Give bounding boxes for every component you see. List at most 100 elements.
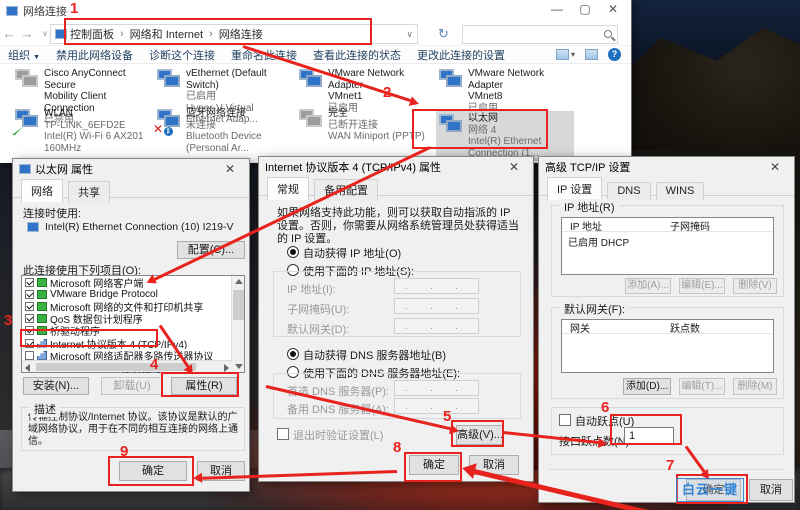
list-item[interactable]: QoS 数据包计划程序 bbox=[22, 313, 244, 325]
adapter-pc-icon bbox=[156, 68, 182, 92]
step-5-number: 5 bbox=[443, 408, 451, 425]
description-label: 描述 bbox=[30, 401, 60, 417]
tab-wins[interactable]: WINS bbox=[656, 182, 705, 200]
step-1-number: 1 bbox=[70, 0, 78, 17]
radio-auto-dns[interactable]: 自动获得 DNS 服务器地址(B) bbox=[287, 347, 446, 363]
maximize-button[interactable]: ▢ bbox=[571, 0, 599, 20]
scrollbar-thumb[interactable] bbox=[36, 363, 196, 371]
connect-using-label: 连接时使用: bbox=[23, 205, 81, 221]
ip-address-label: IP 地址(I): bbox=[287, 281, 336, 297]
checkbox-icon[interactable] bbox=[25, 290, 34, 299]
list-item[interactable]: Microsoft 网络客户端 bbox=[22, 276, 244, 288]
alternate-dns-field: . . . bbox=[394, 398, 479, 414]
adapter-wifi-icon bbox=[14, 108, 40, 132]
search-input[interactable] bbox=[462, 25, 618, 44]
add-ip-button: 添加(A)... bbox=[625, 278, 671, 294]
view-status-button[interactable]: 查看此连接的状态 bbox=[313, 47, 401, 63]
tab-ip-settings[interactable]: IP 设置 bbox=[547, 177, 602, 200]
add-gateway-button[interactable]: 添加(D)... bbox=[623, 378, 671, 395]
view-mode-button[interactable]: ▾ bbox=[556, 49, 575, 60]
tab-sharing[interactable]: 共享 bbox=[68, 181, 110, 203]
refresh-icon[interactable]: ↻ bbox=[438, 26, 449, 42]
forward-icon[interactable]: → bbox=[18, 26, 36, 41]
step-8-number: 8 bbox=[393, 439, 401, 456]
checkbox-icon[interactable] bbox=[25, 302, 34, 311]
change-settings-button[interactable]: 更改此连接的设置 bbox=[417, 47, 505, 63]
protocol-icon bbox=[37, 351, 47, 360]
dialog-titlebar[interactable]: 高级 TCP/IP 设置 ✕ bbox=[539, 157, 794, 177]
install-button[interactable]: 安装(N)... bbox=[23, 377, 89, 395]
delete-ip-button: 删除(V) bbox=[733, 278, 777, 294]
highlight-box-breadcrumb bbox=[64, 18, 372, 45]
gateways-list[interactable]: 网关 跃点数 bbox=[561, 319, 774, 373]
step-9-number: 9 bbox=[120, 443, 128, 460]
scroll-down-icon[interactable] bbox=[235, 364, 243, 369]
adapter-name: Intel(R) Ethernet Connection (10) I219-V bbox=[45, 221, 234, 233]
list-item[interactable]: Microsoft 网络的文件和打印机共享 bbox=[22, 300, 244, 312]
preview-pane-icon[interactable] bbox=[585, 49, 598, 60]
adapter-vmnet8[interactable]: VMware Network AdapterVMnet8已启用 bbox=[438, 68, 576, 114]
scroll-up-icon[interactable] bbox=[235, 279, 243, 284]
default-gateway-label: 默认网关(D): bbox=[287, 321, 349, 337]
ip-addresses-list[interactable]: IP 地址 子网掩码 已启用 DHCP bbox=[561, 217, 774, 275]
dialog-titlebar[interactable]: Internet 协议版本 4 (TCP/IPv4) 属性 ✕ bbox=[259, 157, 533, 177]
ip-addresses-label: IP 地址(R) bbox=[560, 199, 619, 215]
col-subnet-mask: 子网掩码 bbox=[662, 218, 762, 231]
step-2-number: 2 bbox=[383, 84, 391, 101]
adapter-bluetooth[interactable]: ✕ᛒ 蓝牙网络连接未连接Bluetooth Device (Personal A… bbox=[156, 108, 294, 154]
radio-auto-ip[interactable]: 自动获得 IP 地址(O) bbox=[287, 245, 401, 261]
col-gateway: 网关 bbox=[562, 320, 662, 333]
checkbox-icon[interactable] bbox=[25, 351, 34, 360]
edit-ip-button: 编辑(E)... bbox=[679, 278, 725, 294]
list-item[interactable]: VMware Bridge Protocol bbox=[22, 288, 244, 300]
vertical-scrollbar[interactable] bbox=[231, 276, 244, 372]
disable-device-button[interactable]: 禁用此网络设备 bbox=[56, 47, 133, 63]
organize-button[interactable]: 组织 ▼ bbox=[8, 47, 40, 63]
diagnose-connection-button[interactable]: 诊断这个连接 bbox=[149, 47, 215, 63]
scroll-right-icon[interactable] bbox=[224, 364, 229, 372]
help-icon[interactable]: ? bbox=[608, 48, 621, 61]
scroll-left-icon[interactable] bbox=[25, 364, 30, 372]
adapter-bluetooth-icon: ✕ᛒ bbox=[156, 108, 182, 132]
highlight-box-tcpipv4-item bbox=[20, 329, 158, 347]
validate-settings-checkbox: 退出时验证设置(L) bbox=[277, 427, 383, 443]
adapter-wlan[interactable]: WLANTP-LINK_6EFD2EIntel(R) Wi-Fi 6 AX201… bbox=[14, 108, 152, 154]
address-dropdown-icon[interactable]: ∨ bbox=[406, 29, 413, 40]
adapter-pc-disabled-icon bbox=[298, 108, 324, 132]
advanced-tcpip-dialog: 高级 TCP/IP 设置 ✕ IP 设置 DNS WINS IP 地址(R) I… bbox=[538, 156, 795, 503]
adapter-pc-icon bbox=[438, 68, 464, 92]
close-icon[interactable]: ✕ bbox=[762, 160, 788, 174]
organize-caret-icon: ▼ bbox=[33, 54, 40, 61]
scrollbar-thumb[interactable] bbox=[233, 290, 244, 320]
service-icon bbox=[37, 302, 47, 311]
tab-general[interactable]: 常规 bbox=[267, 177, 309, 200]
close-icon[interactable]: ✕ bbox=[217, 162, 243, 176]
minimize-button[interactable]: — bbox=[543, 0, 571, 20]
checkbox-icon[interactable] bbox=[25, 314, 34, 323]
highlight-box-eth-ok bbox=[108, 456, 194, 486]
desktop: 网络连接 — ▢ ✕ ← → ∨ ↑ 控制面板 网络和 Internet 网络连… bbox=[0, 0, 800, 510]
network-connections-icon bbox=[6, 6, 18, 16]
back-icon[interactable]: ← bbox=[0, 26, 18, 41]
horizontal-scrollbar[interactable] bbox=[22, 360, 232, 372]
tab-dns[interactable]: DNS bbox=[607, 182, 650, 200]
service-icon bbox=[37, 278, 47, 287]
ip-address-field: . . . bbox=[394, 278, 479, 294]
step-6-number: 6 bbox=[601, 399, 609, 416]
close-icon[interactable]: ✕ bbox=[501, 160, 527, 174]
search-icon bbox=[604, 30, 612, 38]
ethernet-properties-dialog: 以太网 属性 ✕ 网络 共享 连接时使用: Intel(R) Ethernet … bbox=[12, 158, 250, 492]
tab-network[interactable]: 网络 bbox=[21, 179, 63, 202]
close-button[interactable]: ✕ bbox=[599, 0, 627, 20]
command-toolbar: 组织 ▼ 禁用此网络设备 诊断这个连接 重命名此连接 查看此连接的状态 更改此连… bbox=[0, 46, 631, 64]
checkbox-icon[interactable] bbox=[25, 278, 34, 287]
connection-items-list[interactable]: Microsoft 网络客户端 VMware Bridge Protocol M… bbox=[21, 275, 245, 373]
highlight-box-properties-button bbox=[161, 372, 239, 397]
adapter-pc-disabled-icon bbox=[14, 68, 40, 92]
description-group: 描述 传输控制协议/Internet 协议。该协议是默认的广域网络协议，用于在不… bbox=[21, 407, 245, 451]
dialog-title: 高级 TCP/IP 设置 bbox=[545, 159, 762, 175]
cancel-button[interactable]: 取消 bbox=[749, 479, 793, 501]
subnet-mask-field: . . . bbox=[394, 298, 479, 314]
dialog-titlebar[interactable]: 以太网 属性 ✕ bbox=[13, 159, 249, 179]
dhcp-enabled-row[interactable]: 已启用 DHCP bbox=[562, 232, 773, 249]
